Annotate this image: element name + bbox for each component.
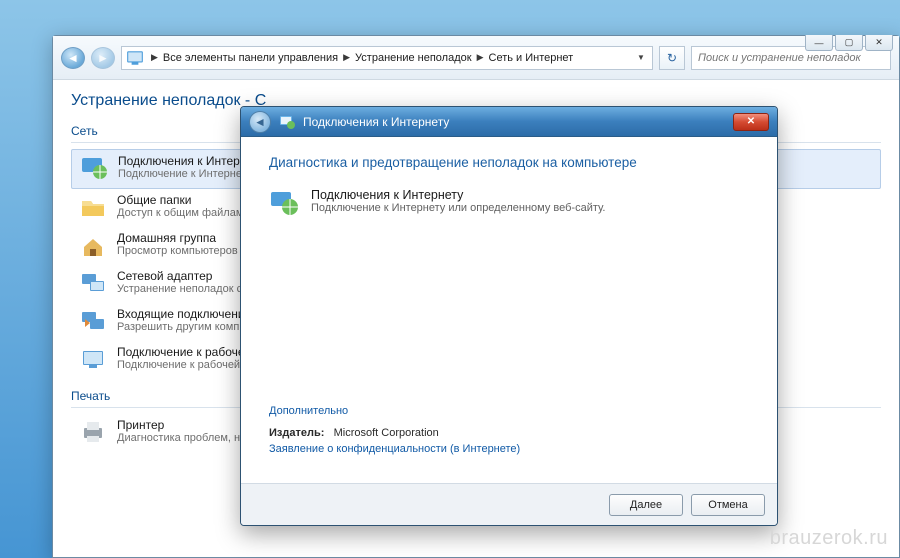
list-item-subtitle: Устранение неполадок се [117, 283, 248, 295]
workplace-connection-icon [79, 345, 107, 373]
publisher-value: Microsoft Corporation [334, 427, 439, 439]
wizard-titlebar: ◄ Подключения к Интернету ✕ [241, 107, 777, 137]
list-item-subtitle: Просмотр компьютеров [117, 245, 238, 257]
list-item-subtitle: Доступ к общим файлам [117, 207, 243, 219]
breadcrumb-item[interactable]: Все элементы панели управления [161, 52, 340, 64]
network-adapter-icon [79, 269, 107, 297]
nav-forward-button[interactable]: ► [91, 47, 115, 69]
maximize-button[interactable]: ▢ [835, 35, 863, 51]
wizard-footer: Далее Отмена [241, 483, 777, 525]
wizard-heading: Диагностика и предотвращение неполадок н… [269, 155, 749, 170]
watermark: brauzerok.ru [770, 527, 888, 550]
list-item-title: Домашняя группа [117, 231, 238, 245]
internet-globe-icon [269, 188, 299, 218]
wizard-body: Диагностика и предотвращение неполадок н… [241, 137, 777, 483]
navigation-bar: ◄ ► ▶ Все элементы панели управления ▶ У… [53, 36, 899, 80]
list-item-title: Входящие подключения [117, 307, 251, 321]
control-panel-icon [126, 49, 144, 67]
printer-icon [79, 418, 107, 446]
troubleshoot-icon [279, 114, 295, 130]
list-item-title: Сетевой адаптер [117, 269, 248, 283]
wizard-option[interactable]: Подключения к Интернету Подключение к Ин… [269, 188, 749, 218]
breadcrumb-item[interactable]: Устранение неполадок [353, 52, 474, 64]
wizard-title: Подключения к Интернету [303, 115, 449, 129]
list-item-title: Принтер [117, 418, 246, 432]
chevron-right-icon: ▶ [148, 52, 161, 63]
wizard-close-button[interactable]: ✕ [733, 113, 769, 131]
list-item-subtitle: Подключение к Интернет [118, 168, 258, 180]
cancel-button[interactable]: Отмена [691, 494, 765, 516]
list-item-title: Подключения к Интернет [118, 154, 258, 168]
list-item-subtitle: Диагностика проблем, не [117, 432, 246, 444]
close-button[interactable]: ✕ [865, 35, 893, 51]
wizard-links: Дополнительно Издатель: Microsoft Corpor… [269, 405, 749, 465]
list-item-title: Подключение к рабочем [117, 345, 253, 359]
wizard-option-subtitle: Подключение к Интернету или определенном… [311, 202, 605, 214]
list-item-subtitle: Подключение к рабочей [117, 359, 253, 371]
chevron-right-icon: ▶ [340, 52, 353, 63]
nav-back-button[interactable]: ◄ [61, 47, 85, 69]
shared-folder-icon [79, 193, 107, 221]
breadcrumb-item[interactable]: Сеть и Интернет [487, 52, 576, 64]
publisher-line: Издатель: Microsoft Corporation [269, 427, 749, 439]
advanced-link[interactable]: Дополнительно [269, 405, 749, 417]
troubleshoot-wizard: ◄ Подключения к Интернету ✕ Диагностика … [240, 106, 778, 526]
next-button[interactable]: Далее [609, 494, 683, 516]
internet-globe-icon [80, 154, 108, 182]
refresh-button[interactable]: ↻ [659, 46, 685, 70]
wizard-option-title: Подключения к Интернету [311, 188, 605, 202]
chevron-down-icon[interactable]: ▼ [634, 53, 648, 62]
wizard-back-button[interactable]: ◄ [249, 111, 271, 133]
chevron-right-icon: ▶ [474, 52, 487, 63]
window-controls: — ▢ ✕ [805, 35, 893, 51]
minimize-button[interactable]: — [805, 35, 833, 51]
incoming-connections-icon [79, 307, 107, 335]
list-item-subtitle: Разрешить другим компь [117, 321, 251, 333]
address-bar[interactable]: ▶ Все элементы панели управления ▶ Устра… [121, 46, 653, 70]
privacy-link[interactable]: Заявление о конфиденциальности (в Интерн… [269, 443, 749, 455]
publisher-label: Издатель: [269, 427, 324, 439]
list-item-title: Общие папки [117, 193, 243, 207]
homegroup-icon [79, 231, 107, 259]
